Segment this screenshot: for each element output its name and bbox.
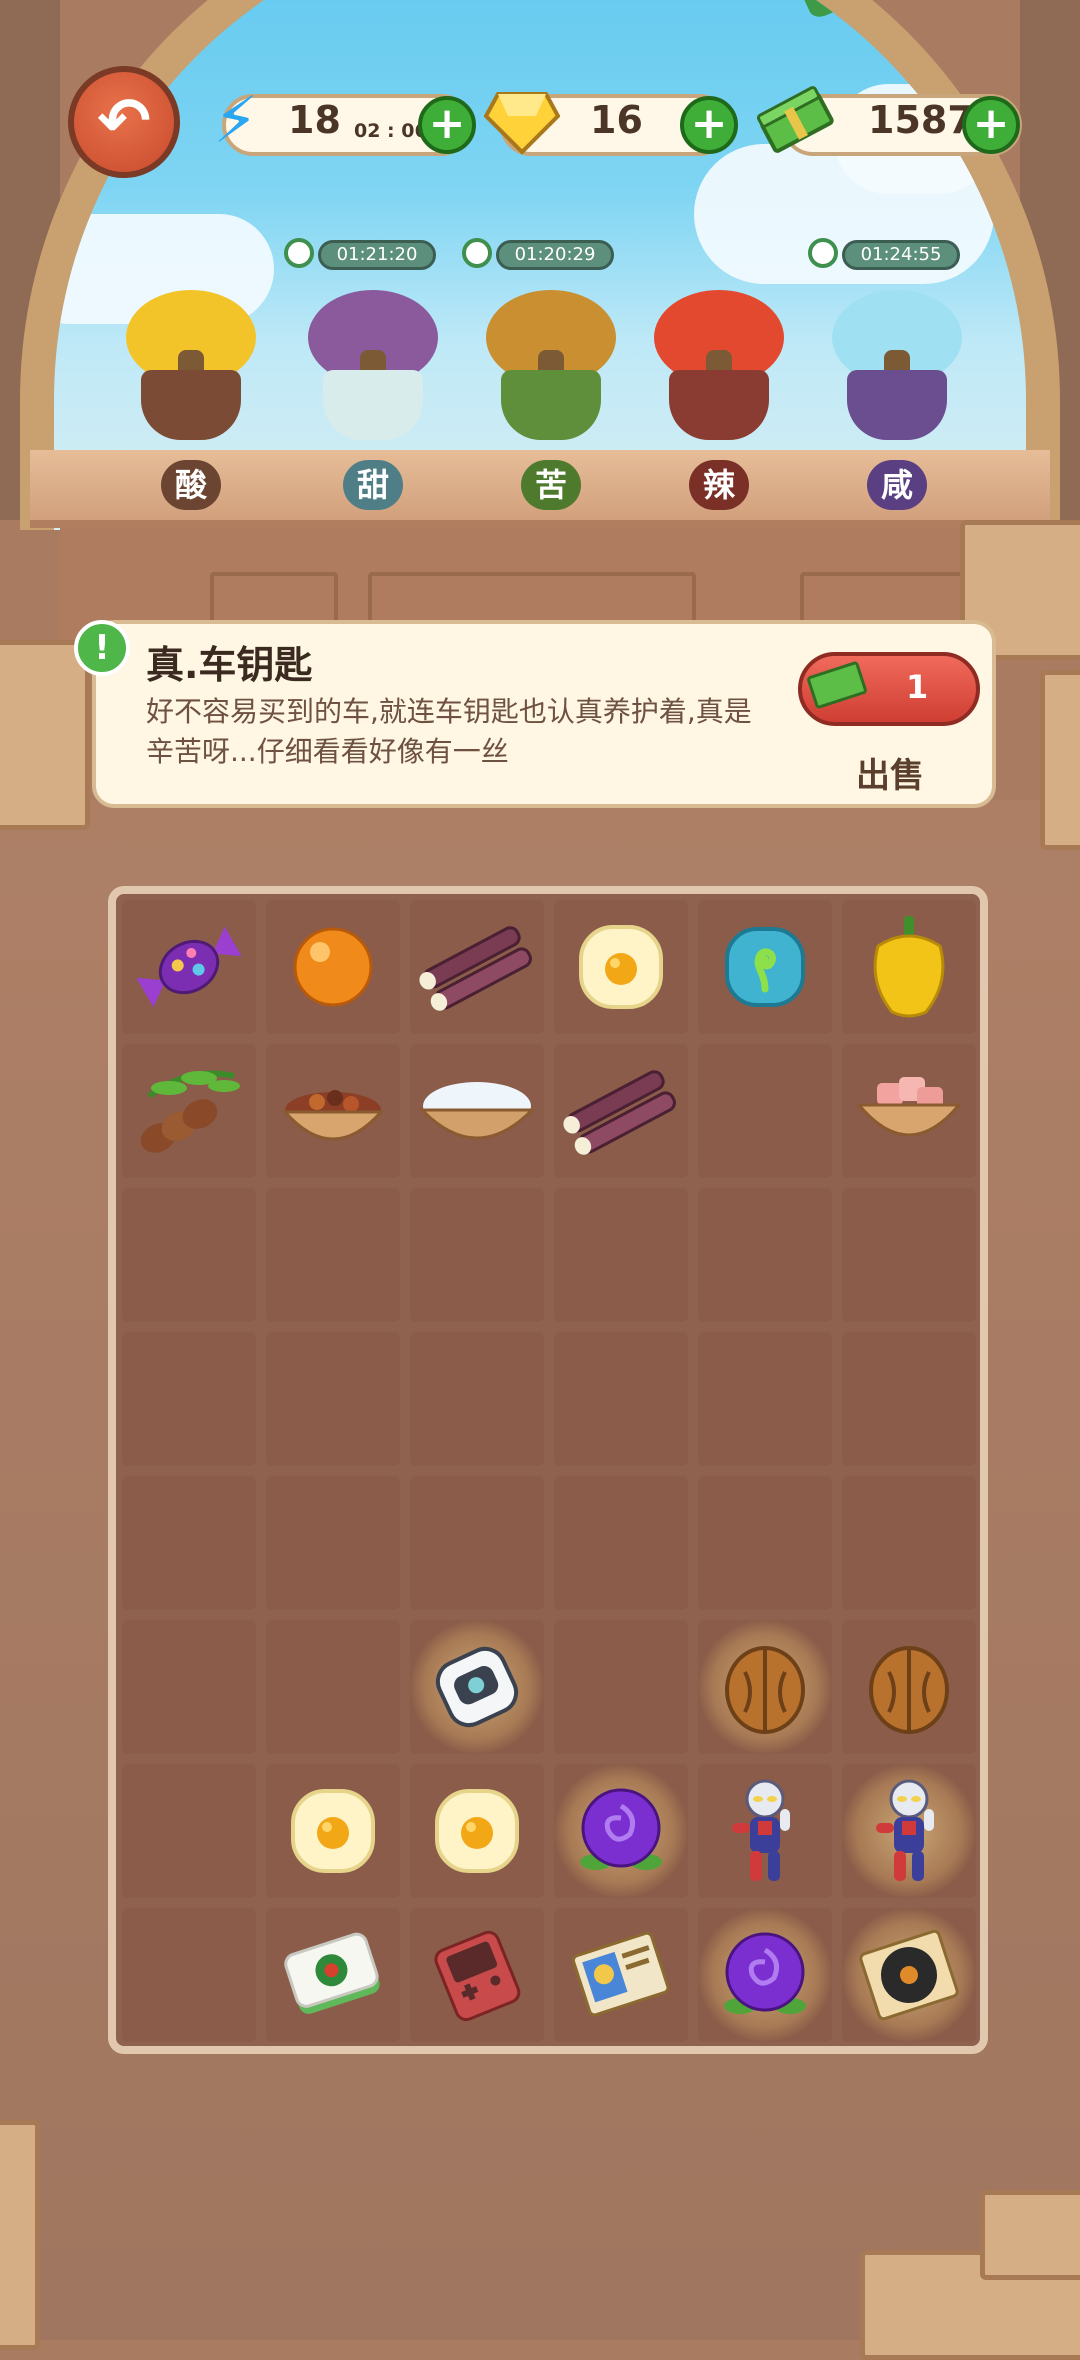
plant-pot: [847, 370, 947, 440]
item-description: 好不容易买到的车,就连车钥匙也认真养护着,真是辛苦呀...仔细看看好像有一丝: [146, 695, 752, 768]
energy-value: 18: [288, 98, 341, 142]
board-cell[interactable]: [122, 1908, 256, 2042]
board-cell[interactable]: [698, 1188, 832, 1322]
plant-pot: [669, 370, 769, 440]
plant-5[interactable]: [822, 280, 972, 440]
board-cell[interactable]: [554, 1476, 688, 1610]
plant-4[interactable]: [644, 280, 794, 440]
crate: [980, 2190, 1080, 2280]
mahjong-tile-icon[interactable]: [266, 1908, 400, 2042]
plant-label: 咸: [867, 460, 927, 510]
egg-bubble-icon[interactable]: [554, 900, 688, 1034]
clock-icon: [808, 238, 838, 268]
egg-bubble-icon[interactable]: [266, 1764, 400, 1898]
plant-2[interactable]: [298, 280, 448, 440]
board-cell[interactable]: [266, 1188, 400, 1322]
game-console-icon[interactable]: [410, 1908, 544, 2042]
sugarcane-icon[interactable]: [410, 900, 544, 1034]
back-button[interactable]: ↶: [68, 66, 180, 178]
energy-timer: 02 : 06: [354, 120, 428, 142]
board-cell[interactable]: [122, 1188, 256, 1322]
crate: [0, 2120, 40, 2350]
board-cell[interactable]: [410, 1332, 544, 1466]
gems-value: 16: [590, 98, 643, 142]
meat-bowl-icon[interactable]: [842, 1044, 976, 1178]
board-cell[interactable]: [122, 1764, 256, 1898]
board-cell[interactable]: [842, 1188, 976, 1322]
spice-bowl-icon[interactable]: [266, 1044, 400, 1178]
board-cell[interactable]: [122, 1620, 256, 1754]
board-cell[interactable]: [698, 1044, 832, 1178]
plant-label: 苦: [521, 460, 581, 510]
trading-card-icon[interactable]: [554, 1908, 688, 2042]
sell-label: 出售: [856, 756, 924, 796]
plant-label: 酸: [161, 460, 221, 510]
vinyl-record-icon[interactable]: [842, 1908, 976, 2042]
hero-figure-icon[interactable]: [842, 1764, 976, 1898]
add-cash-button[interactable]: +: [962, 96, 1020, 154]
sell-price: 1: [906, 668, 929, 706]
board-cell[interactable]: [410, 1188, 544, 1322]
plant-pot: [323, 370, 423, 440]
hero-figure-icon[interactable]: [698, 1764, 832, 1898]
board-cell[interactable]: [842, 1476, 976, 1610]
sugarcane-icon[interactable]: [554, 1044, 688, 1178]
board-cell[interactable]: [554, 1188, 688, 1322]
board-cell[interactable]: [266, 1476, 400, 1610]
salt-bowl-icon[interactable]: [410, 1044, 544, 1178]
crate: [1040, 670, 1080, 850]
board-cell[interactable]: [698, 1476, 832, 1610]
plant-pot: [501, 370, 601, 440]
add-energy-button[interactable]: +: [418, 96, 476, 154]
exclamation-icon: !: [74, 620, 130, 676]
lightning-icon: ⚡: [213, 84, 259, 158]
board-cell[interactable]: [698, 1332, 832, 1466]
tamarind-icon[interactable]: [122, 1044, 256, 1178]
clock-icon: [284, 238, 314, 268]
board-cell[interactable]: [842, 1332, 976, 1466]
add-gems-button[interactable]: +: [680, 96, 738, 154]
board-cell[interactable]: [266, 1620, 400, 1754]
board-cell[interactable]: [410, 1476, 544, 1610]
purple-rose-icon[interactable]: [554, 1764, 688, 1898]
cash-value: 1587: [868, 98, 974, 142]
plant-1[interactable]: [116, 280, 266, 440]
back-arrow-icon: ↶: [97, 85, 151, 159]
plant-pot: [141, 370, 241, 440]
board-cell[interactable]: [122, 1476, 256, 1610]
orange-ball-icon[interactable]: [266, 900, 400, 1034]
plant-timer: 01:24:55: [842, 240, 960, 270]
board-cell[interactable]: [554, 1332, 688, 1466]
clock-icon: [462, 238, 492, 268]
sprout-bubble-icon[interactable]: [698, 900, 832, 1034]
walnut-icon[interactable]: [842, 1620, 976, 1754]
walnut-icon[interactable]: [698, 1620, 832, 1754]
purple-candy-icon[interactable]: [122, 900, 256, 1034]
yellow-pepper-icon[interactable]: [842, 900, 976, 1034]
plant-label: 辣: [689, 460, 749, 510]
crate: [0, 640, 90, 830]
banana-leaf-decoration: [771, 0, 951, 22]
board-cell[interactable]: [266, 1332, 400, 1466]
egg-bubble-icon[interactable]: [410, 1764, 544, 1898]
item-title: 真.车钥匙: [146, 643, 313, 687]
board-cell[interactable]: [122, 1332, 256, 1466]
plant-timer: 01:20:29: [496, 240, 614, 270]
cash-bundle-icon: [756, 76, 836, 166]
board-cell[interactable]: [554, 1620, 688, 1754]
purple-rose-icon[interactable]: [698, 1908, 832, 2042]
plant-label: 甜: [343, 460, 403, 510]
car-key-icon[interactable]: [410, 1620, 544, 1754]
plant-timer: 01:21:20: [318, 240, 436, 270]
plant-3[interactable]: [476, 280, 626, 440]
yellow-gem-icon: [482, 76, 562, 166]
